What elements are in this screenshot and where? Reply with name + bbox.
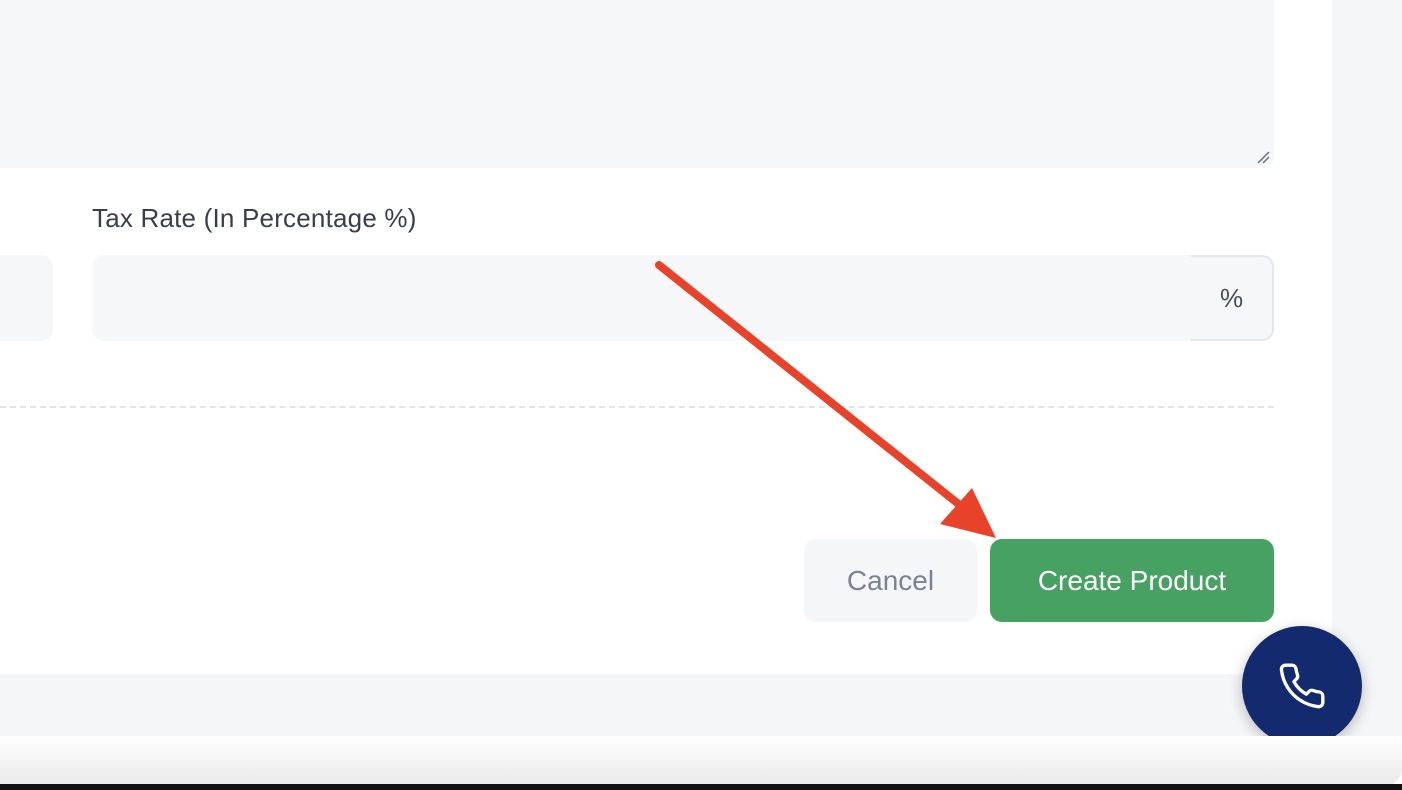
cancel-button[interactable]: Cancel	[804, 539, 977, 622]
resize-handle-icon[interactable]	[1256, 150, 1270, 164]
previous-field-input[interactable]	[0, 255, 53, 341]
percent-addon: %	[1191, 255, 1274, 341]
call-button[interactable]	[1242, 626, 1362, 746]
phone-icon	[1279, 663, 1325, 709]
window-bottom-frame	[0, 736, 1402, 786]
form-divider	[0, 406, 1274, 408]
window-bottom-edge	[0, 784, 1402, 790]
description-textarea[interactable]	[0, 0, 1274, 168]
tax-rate-label: Tax Rate (In Percentage %)	[92, 203, 417, 233]
create-product-button[interactable]: Create Product	[990, 539, 1274, 622]
product-form-card: Tax Rate (In Percentage %) % Cancel Crea…	[0, 0, 1332, 674]
tax-rate-input[interactable]	[92, 255, 1191, 341]
